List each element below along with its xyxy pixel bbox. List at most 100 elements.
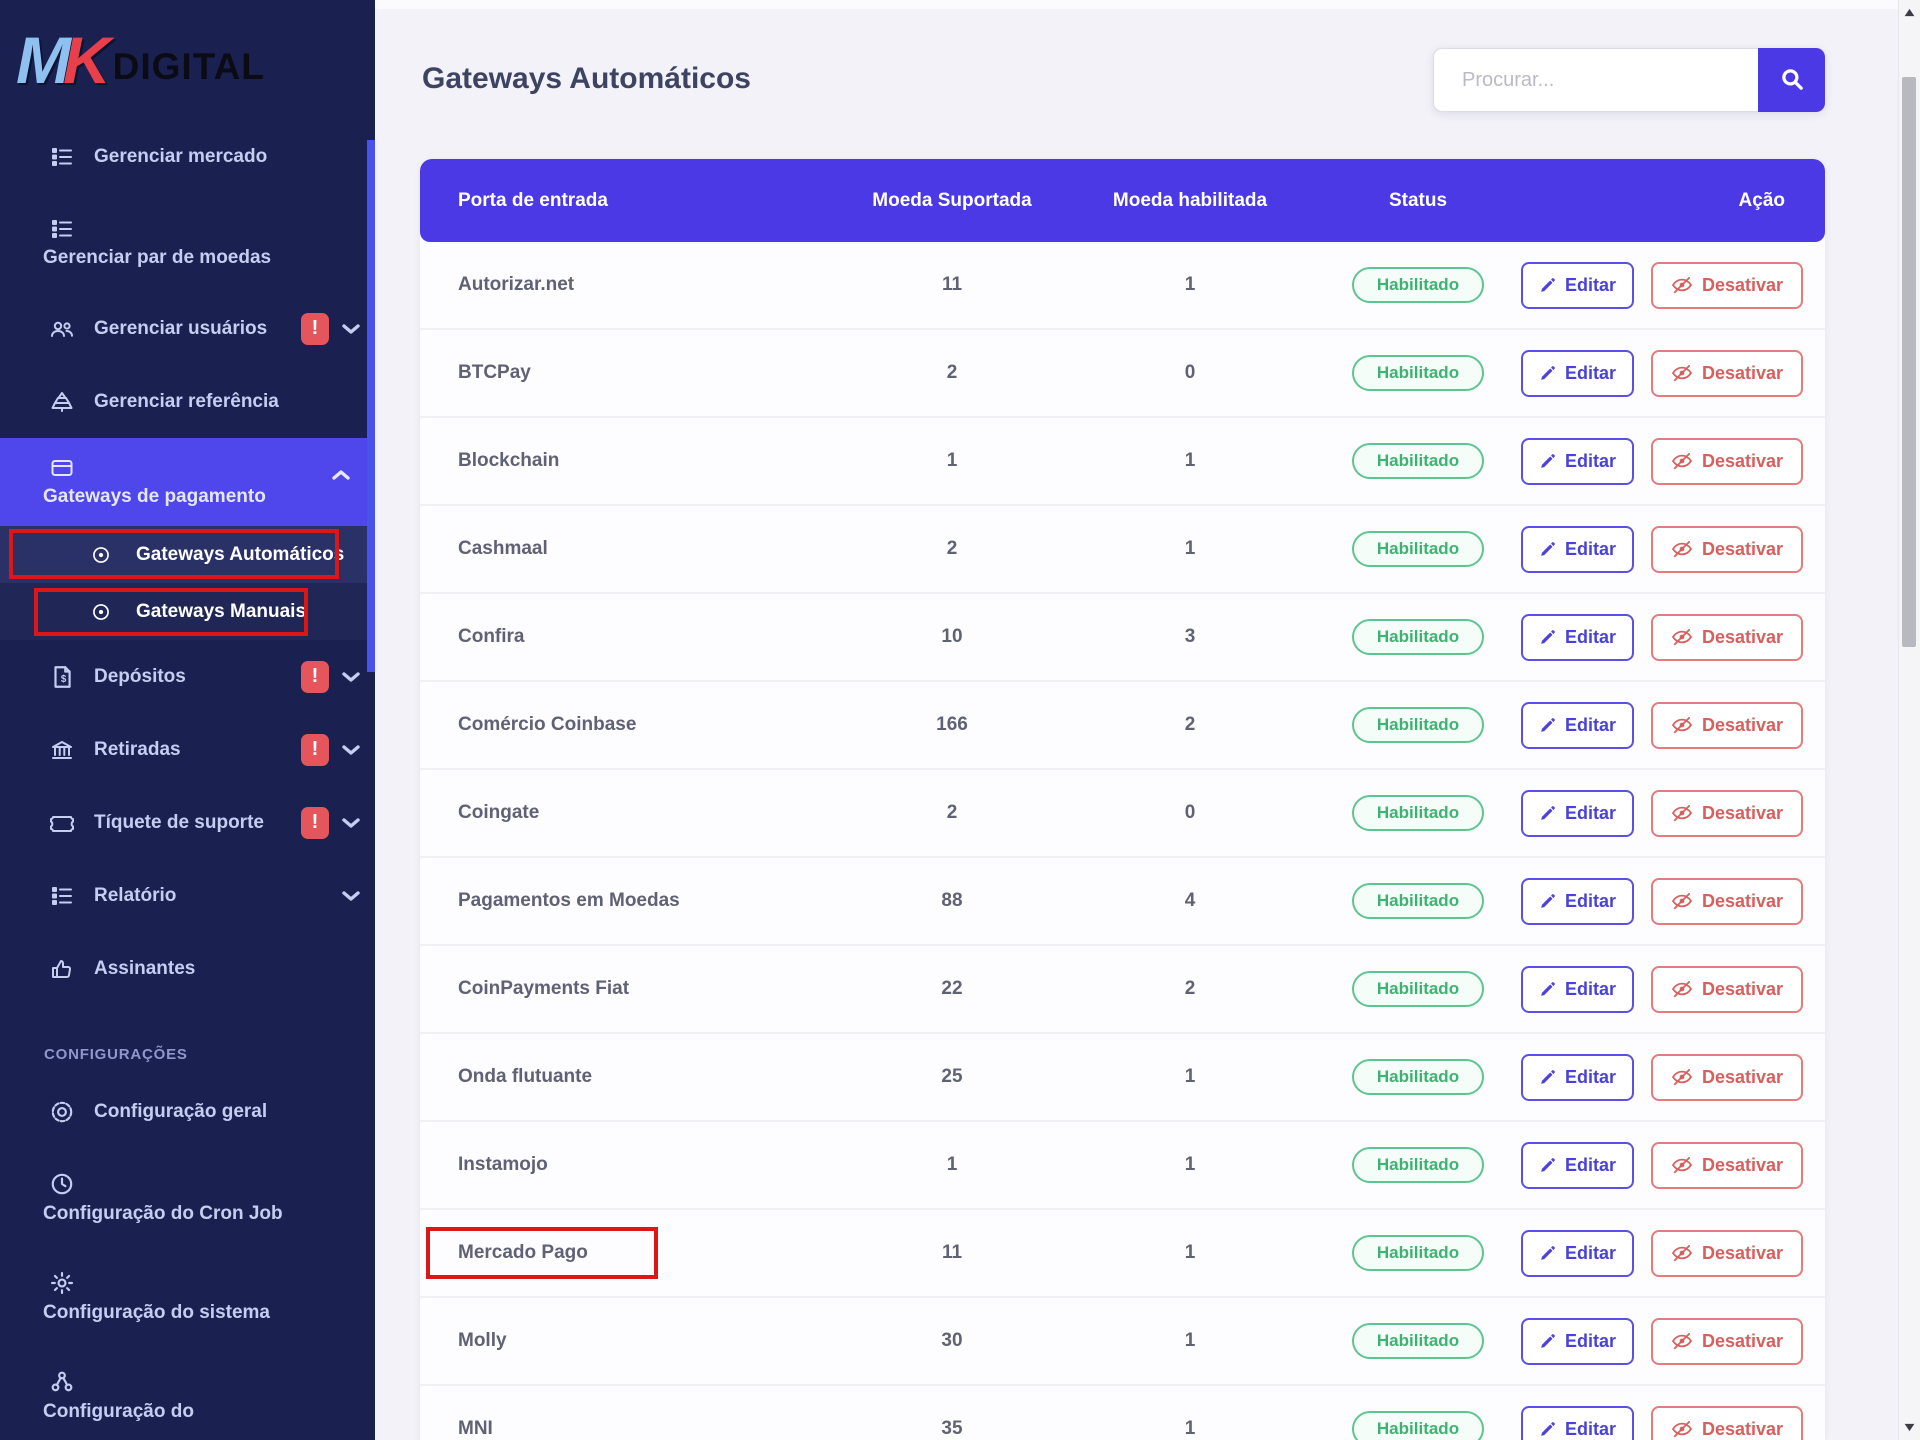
enabled-currency-count: 1 <box>1044 1154 1336 1176</box>
table-row: Onda flutuante 25 1 Habilitado Editar De… <box>420 1032 1825 1120</box>
disable-button[interactable]: Desativar <box>1651 614 1803 661</box>
sidebar-item-label: Configuração do <box>43 1401 361 1423</box>
sidebar-scrollbar-thumb[interactable] <box>367 140 375 672</box>
top-strip <box>375 0 1899 9</box>
edit-button[interactable]: Editar <box>1521 878 1634 925</box>
edit-button[interactable]: Editar <box>1521 526 1634 573</box>
edit-button[interactable]: Editar <box>1521 1230 1634 1277</box>
edit-button[interactable]: Editar <box>1521 1406 1634 1440</box>
sidebar-item-label: Assinantes <box>94 958 195 980</box>
brand-logo-name: DIGITAL <box>113 46 265 88</box>
sidebar-item-relat-rio[interactable]: Relatório <box>0 859 375 932</box>
sidebar-subitem-gateways-autom-ticos[interactable]: Gateways Automáticos <box>0 526 375 583</box>
edit-button[interactable]: Editar <box>1521 438 1634 485</box>
table-row: Confira 10 3 Habilitado Editar Desativar <box>420 592 1825 680</box>
status-badge: Habilitado <box>1352 707 1484 743</box>
eye-slash-icon <box>1671 1244 1693 1262</box>
gear-icon <box>49 1270 367 1296</box>
disable-button[interactable]: Desativar <box>1651 1142 1803 1189</box>
sidebar-item-gerenciar-par-de-moedas[interactable]: Gerenciar par de moedas <box>0 193 375 292</box>
gateway-name: Pagamentos em Moedas <box>458 890 680 912</box>
svg-text:$: $ <box>61 673 67 684</box>
credit-card-icon <box>49 456 367 480</box>
sidebar-subitem-gateways-manuais[interactable]: Gateways Manuais <box>0 583 375 640</box>
gateway-name: Autorizar.net <box>458 274 574 296</box>
status-badge: Habilitado <box>1352 1323 1484 1359</box>
edit-button[interactable]: Editar <box>1521 350 1634 397</box>
sidebar-item-gerenciar-refer-ncia[interactable]: Gerenciar referência <box>0 365 375 438</box>
enabled-currency-count: 3 <box>1044 626 1336 648</box>
edit-button[interactable]: Editar <box>1521 614 1634 661</box>
sidebar-section-label: CONFIGURAÇÕES <box>0 1033 375 1075</box>
sidebar-item-configura-o-do-cron-job[interactable]: Configuração do Cron Job <box>0 1148 375 1247</box>
sidebar-item-gerenciar-mercado[interactable]: Gerenciar mercado <box>0 120 375 193</box>
disable-button[interactable]: Desativar <box>1651 1318 1803 1365</box>
chevron-down-icon <box>341 889 361 903</box>
edit-button[interactable]: Editar <box>1521 790 1634 837</box>
gateway-name: BTCPay <box>458 362 531 384</box>
sidebar-item-configura-o-geral[interactable]: Configuração geral <box>0 1075 375 1148</box>
bank-icon <box>48 738 76 762</box>
sidebar-item-gerenciar-usu-rios[interactable]: Gerenciar usuários! <box>0 292 375 365</box>
disable-button[interactable]: Desativar <box>1651 526 1803 573</box>
disable-button[interactable]: Desativar <box>1651 1230 1803 1277</box>
page-scrollbar-thumb[interactable] <box>1902 77 1916 647</box>
sidebar-item-dep-sitos[interactable]: $Depósitos! <box>0 640 375 713</box>
disable-button[interactable]: Desativar <box>1651 438 1803 485</box>
ticket-icon <box>48 811 76 835</box>
search-button[interactable] <box>1758 48 1825 112</box>
disable-button[interactable]: Desativar <box>1651 262 1803 309</box>
edit-button[interactable]: Editar <box>1521 702 1634 749</box>
sidebar-item-label: Gerenciar usuários <box>94 318 267 340</box>
disable-button[interactable]: Desativar <box>1651 1054 1803 1101</box>
pencil-icon <box>1539 893 1556 910</box>
eye-slash-icon <box>1671 1156 1693 1174</box>
gateway-name: Cashmaal <box>458 538 548 560</box>
supported-currency-count: 2 <box>860 802 1044 824</box>
sidebar-item-assinantes[interactable]: Assinantes <box>0 932 375 1005</box>
edit-button[interactable]: Editar <box>1521 262 1634 309</box>
eye-slash-icon <box>1671 716 1693 734</box>
scroll-down-arrow-icon[interactable] <box>1899 1423 1920 1432</box>
page-scrollbar[interactable] <box>1898 0 1920 1440</box>
edit-button[interactable]: Editar <box>1521 1142 1634 1189</box>
search-input[interactable] <box>1433 48 1758 112</box>
sidebar-item-gateways-de-pagamento[interactable]: Gateways de pagamento <box>0 438 375 526</box>
edit-button[interactable]: Editar <box>1521 1054 1634 1101</box>
supported-currency-count: 2 <box>860 362 1044 384</box>
sidebar-item-label: Configuração geral <box>94 1101 267 1123</box>
sidebar-item-retiradas[interactable]: Retiradas! <box>0 713 375 786</box>
disable-button[interactable]: Desativar <box>1651 790 1803 837</box>
search-icon <box>1779 66 1805 95</box>
eye-slash-icon <box>1671 804 1693 822</box>
supported-currency-count: 2 <box>860 538 1044 560</box>
disable-button[interactable]: Desativar <box>1651 878 1803 925</box>
status-badge: Habilitado <box>1352 531 1484 567</box>
edit-button[interactable]: Editar <box>1521 1318 1634 1365</box>
edit-button[interactable]: Editar <box>1521 966 1634 1013</box>
sidebar-subitem-label: Gateways Automáticos <box>136 544 344 566</box>
disable-button[interactable]: Desativar <box>1651 1406 1803 1440</box>
chevron-down-icon <box>341 816 361 830</box>
supported-currency-count: 11 <box>860 274 1044 296</box>
sidebar-item-t-quete-de-suporte[interactable]: Tíquete de suporte! <box>0 786 375 859</box>
disable-button[interactable]: Desativar <box>1651 350 1803 397</box>
sidebar-item-configura-o-do[interactable]: Configuração do <box>0 1346 375 1440</box>
gateway-name: Onda flutuante <box>458 1066 592 1088</box>
column-header-enabled: Moeda habilitada <box>1044 190 1336 212</box>
sidebar-item-label: Gerenciar referência <box>94 391 279 413</box>
list-icon <box>48 145 76 169</box>
disable-button[interactable]: Desativar <box>1651 702 1803 749</box>
sidebar-item-configura-o-do-sistema[interactable]: Configuração do sistema <box>0 1247 375 1346</box>
disable-button[interactable]: Desativar <box>1651 966 1803 1013</box>
eye-slash-icon <box>1671 452 1693 470</box>
table-row: Molly 30 1 Habilitado Editar Desativar <box>420 1296 1825 1384</box>
pencil-icon <box>1539 1069 1556 1086</box>
scroll-up-arrow-icon[interactable] <box>1899 8 1920 17</box>
notification-badge: ! <box>301 734 329 766</box>
status-badge: Habilitado <box>1352 619 1484 655</box>
enabled-currency-count: 2 <box>1044 978 1336 1000</box>
gateway-name: Blockchain <box>458 450 559 472</box>
supported-currency-count: 1 <box>860 450 1044 472</box>
enabled-currency-count: 2 <box>1044 714 1336 736</box>
